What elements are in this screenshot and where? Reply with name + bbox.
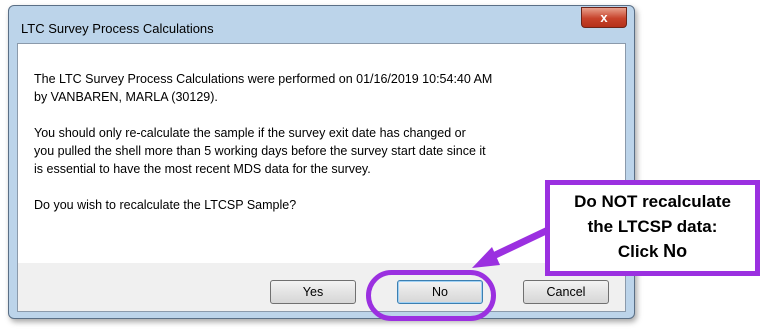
callout-emphasis: No <box>663 241 688 261</box>
callout-line-1: Do NOT recalculate <box>574 192 731 211</box>
callout-line-3: Click No <box>550 239 755 264</box>
callout-box: Do NOT recalculate the LTCSP data: Click… <box>545 180 760 276</box>
callout-line-2: the LTCSP data: <box>587 217 718 236</box>
callout-line-3-prefix: Click <box>617 242 664 261</box>
callout-arrow <box>472 226 552 268</box>
